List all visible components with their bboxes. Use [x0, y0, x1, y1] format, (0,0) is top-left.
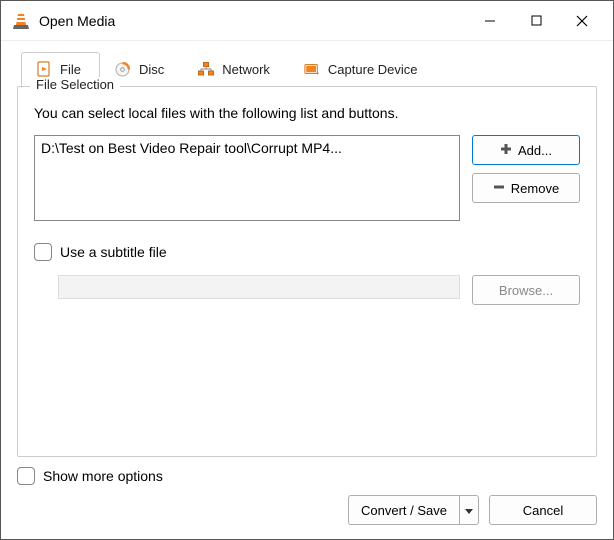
cancel-label: Cancel	[523, 503, 563, 518]
tab-capture-device[interactable]: Capture Device	[289, 52, 437, 88]
tab-network[interactable]: Network	[183, 52, 289, 88]
cancel-button[interactable]: Cancel	[489, 495, 597, 525]
file-selection-legend: File Selection	[30, 77, 120, 92]
tab-label: Capture Device	[328, 62, 418, 77]
convert-save-button[interactable]: Convert / Save	[348, 495, 479, 525]
capture-icon	[304, 61, 320, 77]
file-list-item[interactable]: D:\Test on Best Video Repair tool\Corrup…	[41, 140, 453, 156]
browse-button: Browse...	[472, 275, 580, 305]
convert-save-label: Convert / Save	[361, 503, 447, 518]
subtitle-checkbox[interactable]	[34, 243, 52, 261]
file-selection-group: File Selection You can select local file…	[17, 86, 597, 457]
open-media-window: Open Media File Disc	[0, 0, 614, 540]
window-title: Open Media	[39, 13, 115, 29]
titlebar: Open Media	[1, 1, 613, 41]
browse-button-label: Browse...	[499, 283, 553, 298]
tab-label: Network	[222, 62, 270, 77]
remove-button[interactable]: Remove	[472, 173, 580, 203]
minus-icon	[493, 181, 505, 196]
disc-icon	[115, 61, 131, 77]
vlc-icon	[9, 12, 33, 30]
close-button[interactable]	[559, 5, 605, 37]
add-button-label: Add...	[518, 143, 552, 158]
more-options-label: Show more options	[43, 468, 163, 484]
file-list[interactable]: D:\Test on Best Video Repair tool\Corrup…	[34, 135, 460, 221]
network-icon	[198, 61, 214, 77]
tab-label: Disc	[139, 62, 164, 77]
subtitle-checkbox-label: Use a subtitle file	[60, 244, 167, 260]
chevron-down-icon	[465, 503, 473, 518]
plus-icon	[500, 143, 512, 158]
more-options-checkbox[interactable]	[17, 467, 35, 485]
convert-save-dropdown[interactable]	[459, 495, 479, 525]
file-selection-help: You can select local files with the foll…	[34, 105, 580, 121]
file-icon	[36, 61, 52, 77]
subtitle-path-input	[58, 275, 460, 299]
remove-button-label: Remove	[511, 181, 559, 196]
minimize-button[interactable]	[467, 5, 513, 37]
footer: Show more options Convert / Save Cancel	[1, 457, 613, 539]
tab-label: File	[60, 62, 81, 77]
add-button[interactable]: Add...	[472, 135, 580, 165]
maximize-button[interactable]	[513, 5, 559, 37]
